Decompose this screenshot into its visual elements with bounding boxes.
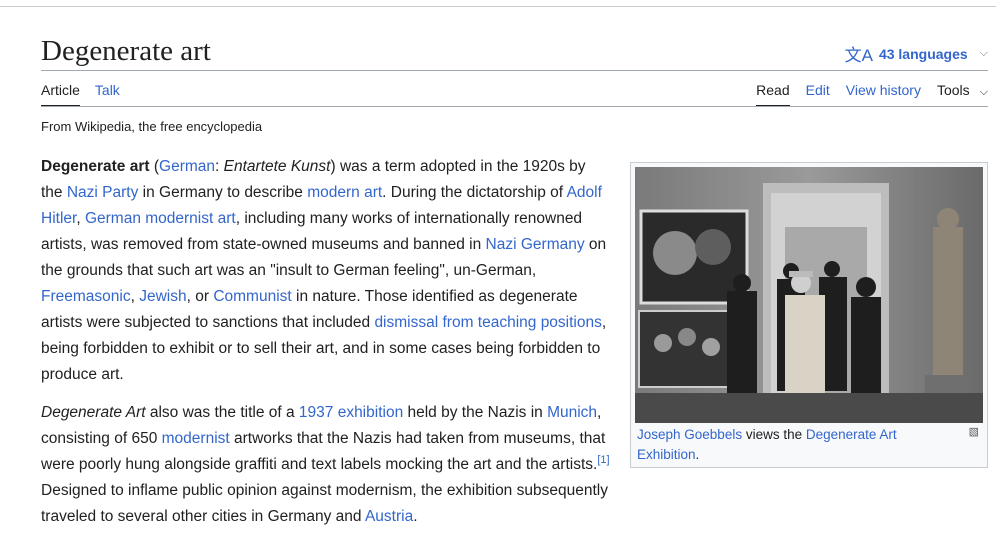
link-dismissal[interactable]: dismissal from teaching positions: [374, 314, 601, 331]
link-austria[interactable]: Austria: [365, 508, 413, 525]
link-1937-exhibition[interactable]: 1937 exhibition: [299, 404, 403, 421]
enlarge-icon[interactable]: ▧: [969, 425, 979, 438]
link-joseph-goebbels[interactable]: Joseph Goebbels: [637, 427, 742, 442]
namespace-tabs: Article Talk: [41, 82, 135, 107]
translate-icon: 文A: [844, 46, 873, 65]
figure-caption: Joseph Goebbels views the Degenerate Art…: [637, 425, 957, 465]
link-german[interactable]: German: [159, 158, 215, 175]
tab-article[interactable]: Article: [41, 82, 80, 107]
link-munich[interactable]: Munich: [547, 404, 597, 421]
paragraph-1: Degenerate art (German: Entartete Kunst)…: [41, 154, 611, 388]
tools-menu[interactable]: Tools ⌵: [937, 82, 988, 106]
text: .: [413, 508, 418, 525]
figure: Joseph Goebbels views the Degenerate Art…: [630, 162, 988, 468]
text: :: [215, 158, 224, 175]
chevron-down-icon: ⌵: [979, 47, 988, 59]
link-jewish[interactable]: Jewish: [139, 288, 186, 305]
tab-read[interactable]: Read: [756, 82, 791, 107]
text: . During the dictatorship of: [382, 184, 567, 201]
text: Designed to inflame public opinion again…: [41, 482, 608, 525]
tabs-divider: [41, 106, 988, 107]
link-communist[interactable]: Communist: [213, 288, 291, 305]
chevron-down-icon: ⌵: [979, 86, 988, 98]
text: ,: [76, 210, 85, 227]
bold-term: Degenerate art: [41, 158, 150, 175]
exhibition-photo[interactable]: [635, 167, 983, 423]
text: views the: [742, 427, 806, 442]
page-title: Degenerate art: [41, 35, 211, 67]
link-freemasonic[interactable]: Freemasonic: [41, 288, 131, 305]
languages-button[interactable]: 文A 43 languages ⌵: [845, 41, 988, 66]
italic-term: Entartete Kunst: [223, 158, 331, 175]
link-german-modernist-art[interactable]: German modernist art: [85, 210, 236, 227]
text: (: [149, 158, 160, 175]
tab-view-history[interactable]: View history: [846, 82, 921, 106]
reference-link[interactable]: [1]: [597, 454, 609, 466]
paragraph-2: Degenerate Art also was the title of a 1…: [41, 400, 611, 530]
text: held by the Nazis in: [403, 404, 548, 421]
link-nazi-party[interactable]: Nazi Party: [67, 184, 139, 201]
text: , or: [186, 288, 214, 305]
languages-label: 43 languages: [878, 45, 968, 62]
article-body: Degenerate art (German: Entartete Kunst)…: [41, 154, 611, 542]
link-modernist[interactable]: modernist: [162, 430, 230, 447]
text: ,: [130, 288, 140, 305]
tab-edit[interactable]: Edit: [806, 82, 830, 106]
title-divider: [41, 70, 988, 71]
italic-term: Degenerate Art: [41, 404, 146, 421]
text: also was the title of a: [145, 404, 299, 421]
top-border: [0, 6, 996, 7]
text: .: [695, 447, 700, 462]
text: in Germany to describe: [138, 184, 308, 201]
site-tagline: From Wikipedia, the free encyclopedia: [41, 119, 263, 134]
tools-label: Tools: [936, 82, 970, 98]
photo-illustration: [635, 167, 983, 423]
tab-talk[interactable]: Talk: [95, 82, 120, 106]
link-modern-art[interactable]: modern art: [307, 184, 382, 201]
link-nazi-germany[interactable]: Nazi Germany: [486, 236, 585, 253]
view-tabs: Read Edit View history Tools ⌵: [740, 82, 988, 107]
